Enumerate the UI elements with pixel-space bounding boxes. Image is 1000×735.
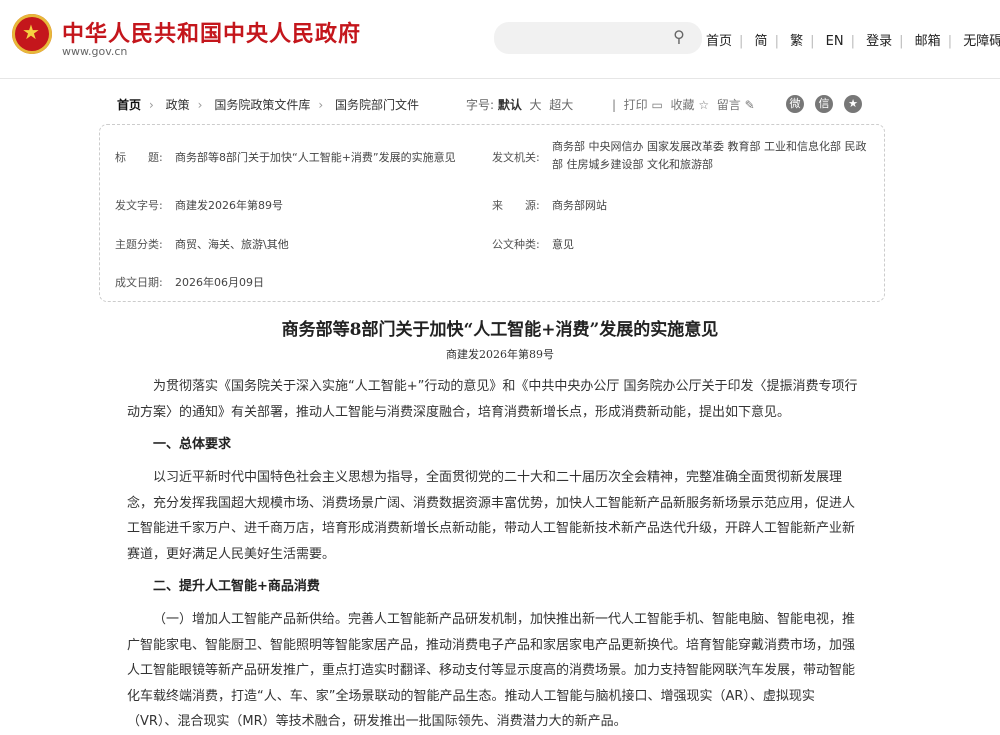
pen-icon[interactable]: ✎ bbox=[745, 98, 755, 112]
article-paragraph: （一）增加人工智能产品新供给。完善人工智能新产品研发机制，加快推出新一代人工智能… bbox=[127, 612, 856, 729]
article-paragraph: 为贯彻落实《国务院关于深入实施“人工智能+”行动的意见》和《中共中央办公厅 国务… bbox=[127, 379, 858, 420]
nav-traditional[interactable]: 繁 bbox=[790, 34, 803, 49]
article-doc-no: 商建发2026年第89号 bbox=[446, 348, 554, 361]
breadcrumb-policy[interactable]: 政策 bbox=[166, 98, 190, 112]
star-icon[interactable]: ★ bbox=[844, 95, 862, 113]
breadcrumb: 首页 › 政策 › 国务院政策文件库 › 国务院部门文件 bbox=[117, 98, 419, 112]
meta-type: 意见 bbox=[552, 238, 574, 251]
nav-english[interactable]: EN bbox=[826, 34, 844, 49]
nav-home[interactable]: 首页 bbox=[706, 34, 732, 49]
font-size-xlarge[interactable]: 超大 bbox=[549, 98, 573, 112]
article-title: 商务部等8部门关于加快“人工智能+消费”发展的实施意见 bbox=[281, 320, 719, 340]
search-icon[interactable]: ⚲ bbox=[668, 26, 690, 48]
meta-source: 商务部网站 bbox=[552, 199, 607, 212]
top-nav: 首页 | 简 | 繁 | EN | 登录 | 邮箱 | 无障碍 bbox=[706, 30, 1000, 49]
meta-date: 2026年06月09日 bbox=[175, 276, 264, 289]
meta-title-label: 标 题: bbox=[115, 151, 163, 164]
star-outline-icon[interactable]: ☆ bbox=[698, 98, 709, 112]
page-tools: | 打印 ▭ 收藏 ☆ 留言 ✎ bbox=[612, 98, 755, 112]
site-title[interactable]: 中华人民共和国中央人民政府 bbox=[62, 16, 361, 48]
meta-issuer-label: 发文机关: bbox=[492, 151, 540, 164]
font-size-large[interactable]: 大 bbox=[530, 98, 542, 112]
font-size-switcher: 字号: 默认 大 超大 bbox=[466, 96, 573, 113]
meta-issuer: 商务部 中央网信办 国家发展改革委 教育部 工业和信息化部 民政部 住房城乡建设… bbox=[552, 140, 867, 171]
breadcrumb-dept[interactable]: 国务院部门文件 bbox=[335, 98, 419, 112]
meta-date-label: 成文日期: bbox=[115, 276, 163, 289]
nav-accessibility[interactable]: 无障碍 bbox=[963, 34, 1000, 49]
article-body: 为贯彻落实《国务院关于深入实施“人工智能+”行动的意见》和《中共中央办公厅 国务… bbox=[127, 374, 863, 735]
national-emblem-icon[interactable]: ★ bbox=[12, 14, 52, 54]
nav-simplified[interactable]: 简 bbox=[755, 34, 768, 49]
nav-mail[interactable]: 邮箱 bbox=[915, 34, 941, 49]
font-size-label: 字号: bbox=[466, 98, 495, 112]
article-heading: 二、提升人工智能+商品消费 bbox=[153, 579, 320, 594]
favorite-button[interactable]: 收藏 bbox=[671, 98, 695, 112]
comment-button[interactable]: 留言 bbox=[717, 98, 741, 112]
share-icons: 微信 ★ bbox=[786, 92, 873, 113]
article-paragraph: 以习近平新时代中国特色社会主义思想为指导，全面贯彻党的二十大和二十届历次全会精神… bbox=[127, 470, 856, 562]
font-size-default[interactable]: 默认 bbox=[498, 98, 522, 112]
breadcrumb-home[interactable]: 首页 bbox=[117, 98, 141, 112]
print-button[interactable]: 打印 bbox=[624, 98, 648, 112]
meta-title: 商务部等8部门关于加快“人工智能+消费”发展的实施意见 bbox=[175, 151, 456, 164]
meta-doc-no: 商建发2026年第89号 bbox=[175, 199, 283, 212]
site-url: www.gov.cn bbox=[62, 45, 128, 58]
article-heading: 一、总体要求 bbox=[153, 437, 232, 452]
meta-source-label: 来 源: bbox=[492, 199, 540, 212]
meta-category-label: 主题分类: bbox=[115, 238, 163, 251]
wechat-icon[interactable]: 信 bbox=[815, 95, 833, 113]
weibo-icon[interactable]: 微 bbox=[786, 95, 804, 113]
meta-doc-no-label: 发文字号: bbox=[115, 199, 163, 212]
site-header: ★ 中华人民共和国中央人民政府 www.gov.cn ⚲ 首页 | 简 | 繁 | E… bbox=[0, 0, 1000, 79]
printer-icon[interactable]: ▭ bbox=[652, 98, 663, 112]
breadcrumb-library[interactable]: 国务院政策文件库 bbox=[214, 98, 310, 112]
meta-category: 商贸、海关、旅游\其他 bbox=[175, 238, 289, 251]
document-meta-box: 标 题: 商务部等8部门关于加快“人工智能+消费”发展的实施意见 发文机关: 商… bbox=[99, 124, 885, 302]
nav-login[interactable]: 登录 bbox=[866, 34, 892, 49]
meta-type-label: 公文种类: bbox=[492, 238, 540, 251]
